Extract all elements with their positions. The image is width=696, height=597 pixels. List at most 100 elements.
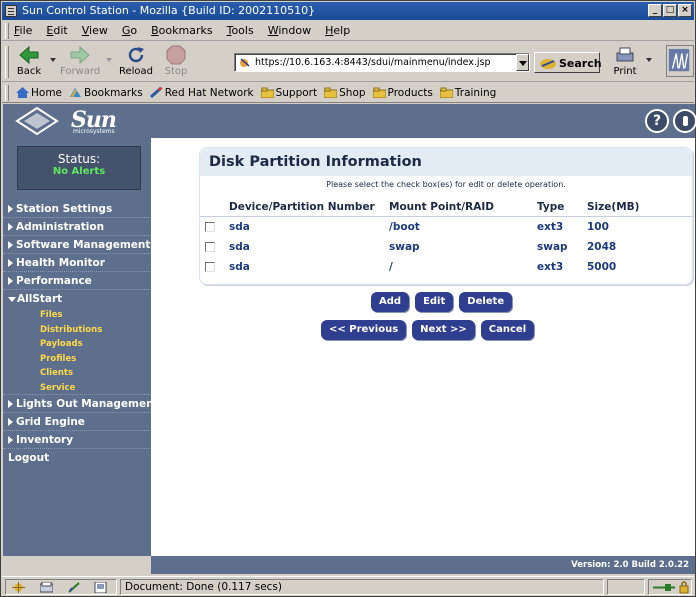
type-cell: ext3 — [537, 221, 564, 233]
menu-go[interactable]: Go — [122, 24, 137, 37]
sidebar-item-lights-out-management[interactable]: Lights Out Management — [3, 395, 159, 413]
row-checkbox[interactable] — [205, 222, 215, 232]
status-box: Status: No Alerts — [17, 146, 141, 190]
home-link[interactable]: Home — [16, 87, 62, 99]
previous-button[interactable]: << Previous — [321, 320, 407, 340]
menu-bookmarks[interactable]: Bookmarks — [151, 24, 212, 37]
row-checkbox[interactable] — [205, 242, 215, 252]
sidebar-item-station-settings[interactable]: Station Settings — [3, 200, 151, 218]
next-button[interactable]: Next >> — [412, 320, 475, 340]
sidebar-item-grid-engine[interactable]: Grid Engine — [3, 413, 151, 431]
device-cell[interactable]: sda — [229, 217, 250, 237]
navigator-icon[interactable] — [12, 582, 25, 593]
address-book-icon[interactable] — [94, 582, 107, 593]
toolbar-grip[interactable] — [5, 46, 9, 78]
row-checkbox[interactable] — [205, 262, 215, 272]
sidebar-item-label: Inventory — [16, 433, 74, 446]
sidebar-item-label: AllStart — [17, 293, 63, 305]
sidebar-subitem-profiles[interactable]: Profiles — [3, 352, 151, 367]
sidebar-item-administration[interactable]: Administration — [3, 218, 151, 236]
composer-icon[interactable] — [68, 582, 81, 593]
status-bar: Document: Done (0.117 secs) — [2, 576, 694, 596]
title-bar[interactable]: Sun Control Station - Mozilla {Build ID:… — [2, 2, 694, 20]
sidebar-item-allstart[interactable]: AllStart — [3, 290, 151, 308]
products-folder[interactable]: Products — [372, 87, 433, 99]
column-header-type: Type — [537, 201, 565, 213]
brand-subtitle: microsystems — [73, 128, 115, 135]
info-button[interactable] — [673, 109, 696, 133]
url-history-dropdown[interactable] — [516, 54, 529, 71]
sun-logo: Sun microsystems — [15, 106, 155, 136]
bookmarks-link[interactable]: Bookmarks — [69, 87, 143, 99]
back-button[interactable]: Back — [14, 45, 44, 79]
cancel-button[interactable]: Cancel — [480, 320, 535, 340]
search-button[interactable]: Search — [534, 52, 602, 73]
stop-label: Stop — [164, 66, 188, 77]
type-cell: ext3 — [537, 261, 564, 273]
personal-toolbar: Home Bookmarks Red Hat Network Support S… — [2, 83, 694, 103]
device-cell[interactable]: sda — [229, 257, 250, 277]
column-header-size: Size(MB) — [587, 201, 640, 213]
support-folder[interactable]: Support — [260, 87, 317, 99]
sidebar-item-logout[interactable]: Logout — [3, 449, 151, 467]
shop-folder[interactable]: Shop — [324, 87, 366, 99]
reload-button[interactable]: Reload — [117, 45, 155, 79]
menu-file[interactable]: File — [14, 24, 32, 37]
toolbar-grip[interactable] — [5, 23, 9, 39]
red-hat-network-label: Red Hat Network — [164, 86, 254, 99]
sidebar-item-health-monitor[interactable]: Health Monitor — [3, 254, 151, 272]
sidebar-item-label: Performance — [16, 274, 92, 287]
sidebar-item-inventory[interactable]: Inventory — [3, 431, 151, 449]
window-menu-icon[interactable] — [5, 5, 17, 17]
menu-help[interactable]: Help — [325, 24, 350, 37]
forward-history-dropdown[interactable] — [106, 58, 112, 62]
expand-arrow-icon — [8, 399, 13, 408]
sidebar-item-label: Lights Out Management — [16, 397, 159, 410]
maximize-button[interactable]: □ — [663, 4, 677, 17]
sidebar-subitem-clients[interactable]: Clients — [3, 366, 151, 381]
print-dropdown[interactable] — [646, 58, 652, 62]
minimize-button[interactable]: _ — [648, 4, 662, 17]
forward-button[interactable]: Forward — [60, 45, 100, 79]
edit-button[interactable]: Edit — [415, 292, 454, 312]
print-button[interactable]: Print — [610, 45, 640, 79]
site-favicon-icon — [240, 58, 250, 67]
back-history-dropdown[interactable] — [50, 58, 56, 62]
close-button[interactable]: × — [678, 4, 692, 17]
sidebar-subitem-files[interactable]: Files — [3, 308, 151, 323]
type-cell: swap — [537, 241, 568, 253]
main-content: Disk Partition Information Please select… — [151, 138, 695, 556]
sidebar-item-label: Grid Engine — [16, 415, 85, 428]
stop-button[interactable]: Stop — [161, 45, 191, 79]
mount-cell[interactable]: / — [389, 257, 393, 277]
sidebar-subitem-distributions[interactable]: Distributions — [3, 323, 151, 338]
help-button[interactable]: ? — [645, 109, 669, 133]
column-header-device: Device/Partition Number — [229, 201, 375, 213]
sidebar-item-software-management[interactable]: Software Management — [3, 236, 151, 254]
delete-button[interactable]: Delete — [459, 292, 513, 312]
version-label: Version: 2.0 Build 2.0.22 — [151, 556, 695, 574]
mail-icon[interactable] — [40, 582, 53, 593]
sidebar-subitem-payloads[interactable]: Payloads — [3, 337, 151, 352]
mount-cell[interactable]: /boot — [389, 217, 420, 237]
window-title: Sun Control Station - Mozilla {Build ID:… — [22, 4, 316, 17]
sidebar-subitem-service[interactable]: Service — [3, 381, 151, 395]
mount-cell[interactable]: swap — [389, 237, 420, 257]
add-button[interactable]: Add — [371, 292, 410, 312]
toolbar-grip[interactable] — [5, 85, 9, 101]
print-label: Print — [613, 66, 637, 77]
device-cell[interactable]: sda — [229, 237, 250, 257]
menu-edit[interactable]: Edit — [46, 24, 67, 37]
url-input[interactable]: https://10.6.163.4:8443/sdui/mainmenu/in… — [234, 53, 530, 72]
reload-label: Reload — [118, 66, 154, 77]
mozilla-throbber-icon[interactable] — [666, 45, 694, 77]
menu-window[interactable]: Window — [268, 24, 311, 37]
red-hat-network-link[interactable]: Red Hat Network — [149, 86, 254, 99]
training-folder[interactable]: Training — [439, 87, 496, 99]
window-controls: _ □ × — [648, 4, 692, 17]
security-cell[interactable] — [648, 579, 692, 595]
edit-actions: Add Edit Delete — [371, 292, 513, 312]
menu-view[interactable]: View — [82, 24, 108, 37]
menu-tools[interactable]: Tools — [227, 24, 254, 37]
sidebar-item-performance[interactable]: Performance — [3, 272, 151, 290]
